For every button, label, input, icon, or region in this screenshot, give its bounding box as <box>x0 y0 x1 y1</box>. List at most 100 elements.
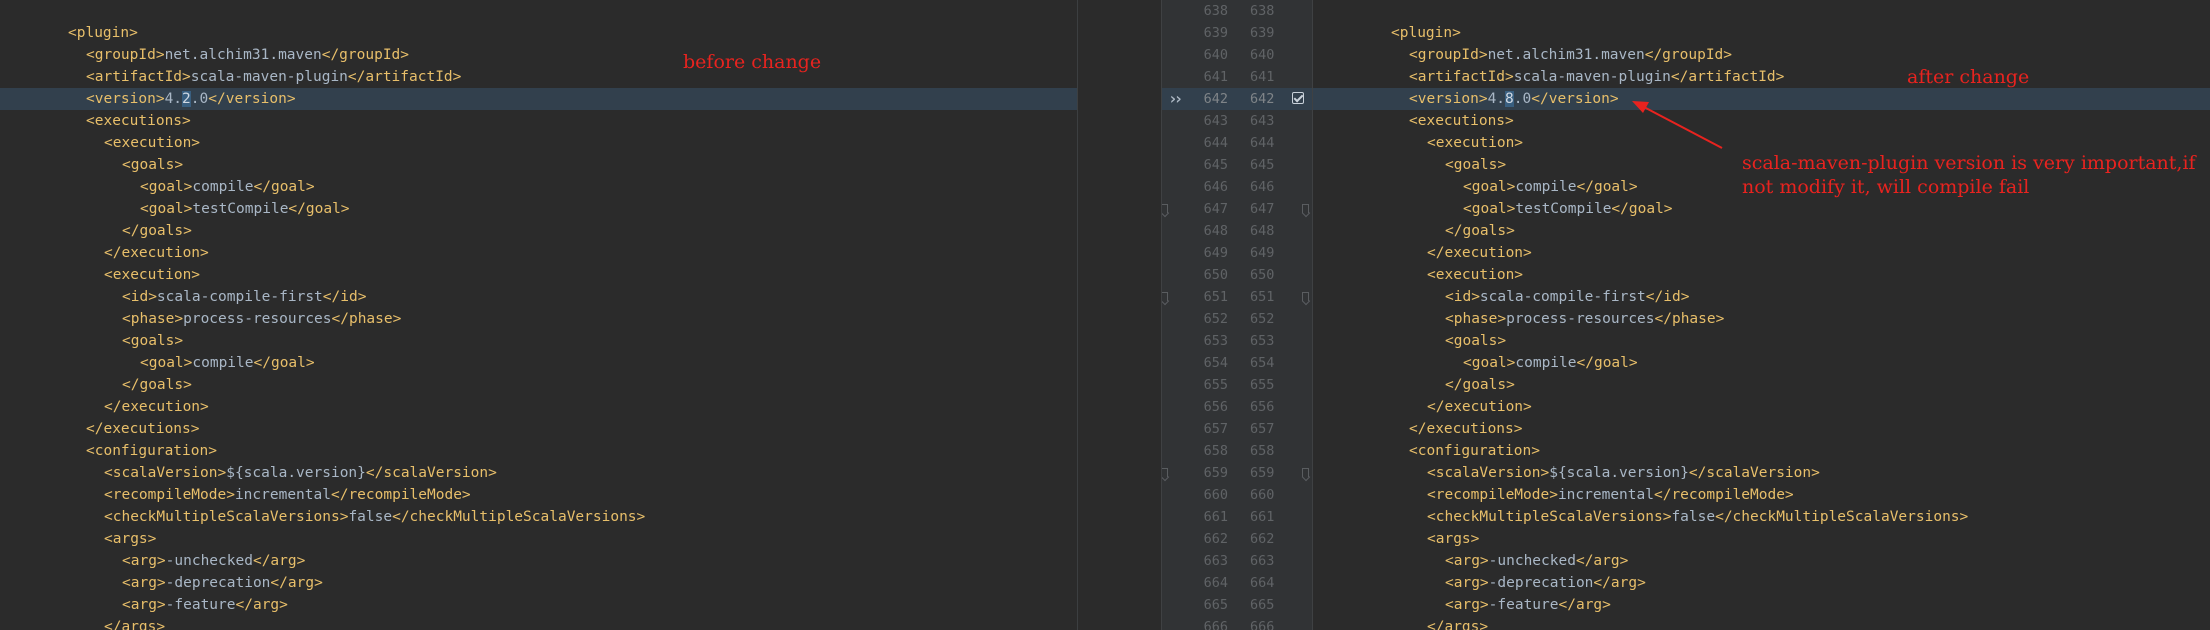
left-code-line[interactable]: <arg>-unchecked</arg> <box>0 550 1077 572</box>
left-code-line[interactable]: <goals> <box>0 154 1077 176</box>
right-code-line[interactable]: <args> <box>1313 528 2210 550</box>
right-code-line[interactable]: <goal>compile</goal> <box>1313 352 2210 374</box>
xml-tag: </artifactId> <box>347 69 462 85</box>
right-line-number: 660 <box>1250 487 1275 503</box>
right-code-line[interactable]: <arg>-unchecked</arg> <box>1313 550 2210 572</box>
xml-text: compile <box>1515 179 1577 195</box>
xml-tag: </arg> <box>252 553 306 569</box>
right-code-line[interactable]: <id>scala-compile-first</id> <box>1313 286 2210 308</box>
left-code-line[interactable]: </executions> <box>0 418 1077 440</box>
before-change-annotation: before change <box>683 51 822 73</box>
left-code-line[interactable]: <phase>process-resources</phase> <box>0 308 1077 330</box>
left-code-line[interactable]: <configuration> <box>0 440 1077 462</box>
left-code-line[interactable]: <groupId>net.alchim31.maven</groupId> <box>0 44 1077 66</box>
right-editor-pane[interactable]: <plugin> <groupId>net.alchim31.maven</gro… <box>1313 0 2210 630</box>
right-code-text: <args> <box>1427 528 1479 550</box>
left-code-line[interactable]: <recompileMode>incremental</recompileMod… <box>0 484 1077 506</box>
right-code-line[interactable]: <configuration> <box>1313 440 2210 462</box>
right-code-line[interactable]: <arg>-deprecation</arg> <box>1313 572 2210 594</box>
right-code-line[interactable]: <phase>process-resources</phase> <box>1313 308 2210 330</box>
right-code-line[interactable]: </goals> <box>1313 220 2210 242</box>
left-code-line[interactable]: </args> <box>0 616 1077 630</box>
right-code-line[interactable] <box>1313 0 2210 22</box>
left-code-text: <version>4.2.0</version> <box>86 88 296 110</box>
right-code-line[interactable]: </args> <box>1313 616 2210 630</box>
right-line-number: 659 <box>1250 465 1275 481</box>
left-code-line[interactable]: <goal>compile</goal> <box>0 176 1077 198</box>
right-code-line[interactable]: <plugin> <box>1313 22 2210 44</box>
xml-text: testCompile <box>1515 201 1612 217</box>
right-code-line[interactable]: <groupId>net.alchim31.maven</groupId> <box>1313 44 2210 66</box>
gutter-row: 645 645 <box>1162 154 1312 176</box>
gutter-row: 660 660 <box>1162 484 1312 506</box>
left-code-line[interactable]: </goals> <box>0 220 1077 242</box>
fold-marker-icon[interactable] <box>1302 468 1309 477</box>
right-code-text: </executions> <box>1409 418 1523 440</box>
left-code-line[interactable]: <args> <box>0 528 1077 550</box>
left-code-line[interactable]: <scalaVersion>${scala.version}</scalaVer… <box>0 462 1077 484</box>
right-code-text: <configuration> <box>1409 440 1540 462</box>
left-line-number: 665 <box>1203 597 1228 613</box>
right-code-text: </execution> <box>1427 242 1532 264</box>
left-line-number: 651 <box>1203 289 1228 305</box>
fold-marker-icon[interactable] <box>1302 292 1309 301</box>
left-code-line[interactable] <box>0 0 1077 22</box>
right-code-line[interactable]: <arg>-feature</arg> <box>1313 594 2210 616</box>
left-code-text: </goals> <box>122 220 192 242</box>
right-code-line[interactable]: <version>4.8.0</version> <box>1313 88 2210 110</box>
right-line-number: 648 <box>1250 223 1275 239</box>
gutter-row: 658 658 <box>1162 440 1312 462</box>
xml-tag: <arg> <box>122 553 166 569</box>
accept-change-checkbox-icon[interactable] <box>1292 92 1304 104</box>
xml-tag: </version> <box>1531 91 1619 107</box>
right-code-line[interactable]: <scalaVersion>${scala.version}</scalaVer… <box>1313 462 2210 484</box>
changed-char: 8 <box>1505 91 1514 107</box>
left-code-line[interactable]: <execution> <box>0 132 1077 154</box>
fold-marker-icon[interactable] <box>1302 204 1309 213</box>
right-code-line[interactable]: <goals> <box>1313 330 2210 352</box>
xml-tag: </scalaVersion> <box>1688 465 1820 481</box>
fold-marker-icon[interactable] <box>1162 204 1168 213</box>
right-code-line[interactable]: <artifactId>scala-maven-plugin</artifact… <box>1313 66 2210 88</box>
fold-marker-icon[interactable] <box>1162 292 1168 301</box>
apply-change-icon[interactable]: ›› <box>1168 88 1183 110</box>
left-code-line[interactable]: <goal>compile</goal> <box>0 352 1077 374</box>
right-line-number: 644 <box>1250 135 1275 151</box>
left-code-line[interactable]: <execution> <box>0 264 1077 286</box>
left-code-text: <checkMultipleScalaVersions>false</check… <box>104 506 645 528</box>
xml-text: compile <box>1515 355 1577 371</box>
left-line-number: 652 <box>1203 311 1228 327</box>
left-code-line[interactable]: <artifactId>scala-maven-plugin</artifact… <box>0 66 1077 88</box>
left-code-text: <phase>process-resources</phase> <box>122 308 401 330</box>
left-line-number: 659 <box>1203 465 1228 481</box>
left-code-line[interactable]: <plugin> <box>0 22 1077 44</box>
right-code-line[interactable]: <goal>testCompile</goal> <box>1313 198 2210 220</box>
left-code-line[interactable]: <arg>-feature</arg> <box>0 594 1077 616</box>
left-code-line[interactable]: <checkMultipleScalaVersions>false</check… <box>0 506 1077 528</box>
left-code-line[interactable]: <goal>testCompile</goal> <box>0 198 1077 220</box>
right-code-text: <goal>compile</goal> <box>1463 352 1638 374</box>
changed-char: 2 <box>182 91 191 107</box>
xml-tag: </execution> <box>1427 245 1532 261</box>
left-code-line[interactable]: <id>scala-compile-first</id> <box>0 286 1077 308</box>
right-code-line[interactable]: <execution> <box>1313 264 2210 286</box>
left-code-line[interactable]: <version>4.2.0</version> <box>0 88 1077 110</box>
left-code-line[interactable]: </goals> <box>0 374 1077 396</box>
fold-marker-icon[interactable] <box>1162 468 1168 477</box>
left-code-line[interactable]: </execution> <box>0 396 1077 418</box>
xml-tag: <artifactId> <box>86 69 191 85</box>
right-code-line[interactable]: </execution> <box>1313 396 2210 418</box>
right-code-line[interactable]: <executions> <box>1313 110 2210 132</box>
left-code-line[interactable]: </execution> <box>0 242 1077 264</box>
right-code-line[interactable]: </executions> <box>1313 418 2210 440</box>
right-code-line[interactable]: </goals> <box>1313 374 2210 396</box>
left-code-text: <goal>testCompile</goal> <box>140 198 350 220</box>
left-code-line[interactable]: <executions> <box>0 110 1077 132</box>
right-code-line[interactable]: <recompileMode>incremental</recompileMod… <box>1313 484 2210 506</box>
left-code-text: <configuration> <box>86 440 217 462</box>
left-code-line[interactable]: <arg>-deprecation</arg> <box>0 572 1077 594</box>
left-code-line[interactable]: <goals> <box>0 330 1077 352</box>
right-code-line[interactable]: <checkMultipleScalaVersions>false</check… <box>1313 506 2210 528</box>
right-code-line[interactable]: </execution> <box>1313 242 2210 264</box>
left-editor-pane[interactable]: <plugin> <groupId>net.alchim31.maven</gro… <box>0 0 1077 630</box>
